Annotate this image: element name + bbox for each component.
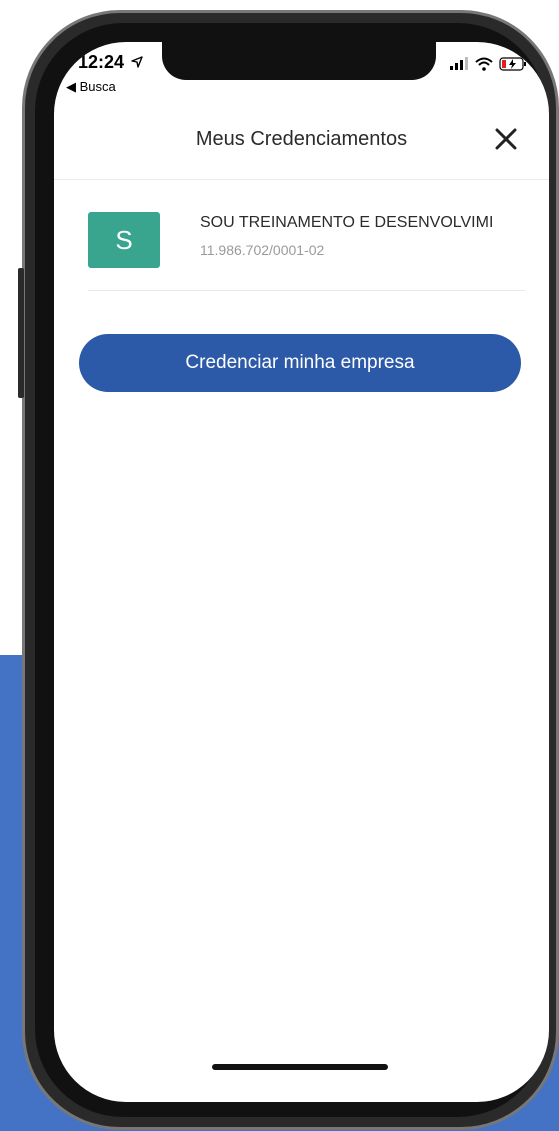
wifi-icon bbox=[475, 57, 493, 71]
status-icons bbox=[449, 57, 527, 71]
close-button[interactable] bbox=[491, 124, 521, 154]
signal-icon bbox=[450, 57, 468, 70]
app-screen: 12:24 ◀ Busca Meus Credenciamentos S SOU… bbox=[54, 42, 549, 1102]
notch bbox=[162, 42, 436, 80]
back-to-search-link[interactable]: ◀ Busca bbox=[66, 79, 116, 95]
header-divider bbox=[54, 179, 549, 180]
status-time: 12:24 bbox=[78, 52, 143, 73]
home-indicator bbox=[212, 1064, 388, 1070]
battery-charging-icon bbox=[499, 57, 526, 71]
list-divider bbox=[88, 290, 525, 291]
location-arrow-icon bbox=[131, 56, 143, 68]
phone-side-button bbox=[18, 268, 24, 398]
close-icon bbox=[495, 128, 517, 150]
company-cnpj: 11.986.702/0001-02 bbox=[200, 242, 325, 258]
company-avatar: S bbox=[88, 212, 160, 268]
page-title: Meus Credenciamentos bbox=[195, 128, 408, 150]
company-name: SOU TREINAMENTO E DESENVOLVIMI bbox=[200, 214, 494, 231]
status-time-text: 12:24 bbox=[78, 52, 125, 72]
company-list-item[interactable]: S SOU TREINAMENTO E DESENVOLVIMI 11.986.… bbox=[88, 206, 525, 290]
register-company-button[interactable]: Credenciar minha empresa bbox=[79, 334, 521, 392]
